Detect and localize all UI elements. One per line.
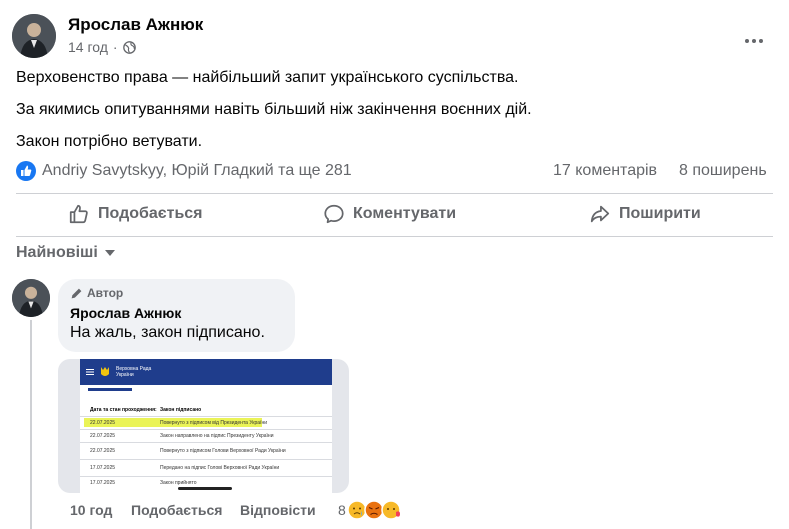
author-badge-label: Автор: [87, 286, 124, 300]
chevron-down-icon: [104, 250, 115, 256]
reactions-summary[interactable]: Andriy Savytskyy, Юрій Гладкий та ще 281: [16, 161, 352, 181]
comment-reply-button[interactable]: Відповісти: [240, 502, 316, 518]
post-text-line-1: Верховенство права — найбільший запит ук…: [16, 69, 519, 86]
like-button[interactable]: Подобається: [68, 202, 203, 226]
document-row-date: 17.07.2025: [90, 480, 116, 486]
document-row: 22.07.2025 Повернуто з підписом Голови В…: [80, 442, 332, 459]
document-row-text: Повернуто з підписом Голови Верховної Ра…: [160, 448, 286, 454]
document-row-text: Повернуто з підписом від Президента Укра…: [160, 420, 267, 426]
document-header: Верховна Рада України: [80, 359, 332, 385]
share-arrow-icon: [590, 205, 610, 223]
comment-attachment-image[interactable]: Верховна Рада України Дата та стан прохо…: [58, 359, 349, 493]
post-author-avatar[interactable]: [12, 14, 56, 58]
document-tab-indicator: [88, 388, 132, 391]
document-row-date: 22.07.2025: [90, 433, 116, 439]
comment-thread-line: [30, 320, 32, 529]
document-page: Верховна Рада України Дата та стан прохо…: [80, 359, 332, 493]
comment-author-avatar[interactable]: [12, 279, 50, 317]
meta-separator: ·: [112, 39, 118, 55]
comment-time[interactable]: 10 год: [70, 502, 112, 518]
share-button[interactable]: Поширити: [589, 202, 701, 226]
post-author-name[interactable]: Ярослав Ажнюк: [68, 15, 203, 35]
comment-author-name[interactable]: Ярослав Ажнюк: [70, 305, 181, 321]
comment-like-button[interactable]: Подобається: [131, 502, 222, 518]
reaction-emojis-icon: [347, 500, 401, 520]
shares-count[interactable]: 8 поширень: [679, 162, 767, 180]
comment-bubble-icon: [324, 204, 344, 224]
person-photo-icon: [12, 14, 56, 58]
comments-count[interactable]: 17 коментарів: [553, 162, 657, 180]
document-row-text: Закон прийнято: [160, 480, 197, 486]
comment-reactions[interactable]: [347, 499, 407, 521]
home-indicator: [178, 487, 232, 490]
comment-button[interactable]: Коментувати: [323, 202, 456, 226]
document-row-date: 17.07.2025: [90, 465, 116, 471]
document-col-status: Закон підписано: [160, 407, 202, 413]
sort-label: Найновіші: [16, 244, 98, 261]
document-row: 22.07.2025 Закон направлено на підпис Пр…: [80, 429, 332, 442]
share-button-label: Поширити: [619, 205, 701, 222]
document-row-text: Передано на підпис Голові Верховної Ради…: [160, 465, 280, 471]
post-meta: 14 год ·: [68, 39, 136, 55]
document-row-text: Закон направлено на підпис Президенту Ук…: [160, 433, 274, 439]
post-text-line-3: Закон потрібно ветувати.: [16, 133, 203, 150]
hamburger-icon: [86, 369, 94, 375]
comment-sort-selector[interactable]: Найновіші: [16, 244, 116, 262]
like-button-label: Подобається: [98, 205, 203, 222]
comment-button-label: Коментувати: [353, 205, 457, 222]
author-badge: Автор: [70, 286, 123, 300]
post-time[interactable]: 14 год: [68, 39, 108, 55]
more-dots-icon[interactable]: [743, 30, 767, 43]
comment-text: На жаль, закон підписано.: [70, 324, 265, 341]
globe-icon[interactable]: [122, 40, 136, 54]
trident-icon: [101, 367, 109, 376]
thumbs-up-icon: [69, 204, 88, 224]
comment-reaction-count[interactable]: 8: [338, 502, 346, 518]
pencil-icon: [71, 288, 82, 298]
post-text-line-2: За якимись опитуваннями навіть більший н…: [16, 101, 532, 118]
document-col-date: Дата та стан проходження:: [90, 407, 157, 413]
post-divider-bottom: [16, 236, 773, 237]
like-reaction-icon: [16, 161, 36, 181]
person-photo-icon: [12, 279, 50, 317]
document-row-date: 22.07.2025: [90, 420, 116, 426]
post-divider-top: [16, 193, 773, 194]
document-header-title: Верховна Рада України: [116, 366, 152, 378]
document-row: 22.07.2025 Повернуто з підписом від През…: [80, 416, 332, 429]
document-row: 17.07.2025 Передано на підпис Голові Вер…: [80, 459, 332, 476]
document-row-date: 22.07.2025: [90, 448, 116, 454]
reactions-names[interactable]: Andriy Savytskyy, Юрій Гладкий та ще 281: [42, 162, 352, 180]
document-table-header: Дата та стан проходження: Закон підписан…: [80, 407, 332, 416]
